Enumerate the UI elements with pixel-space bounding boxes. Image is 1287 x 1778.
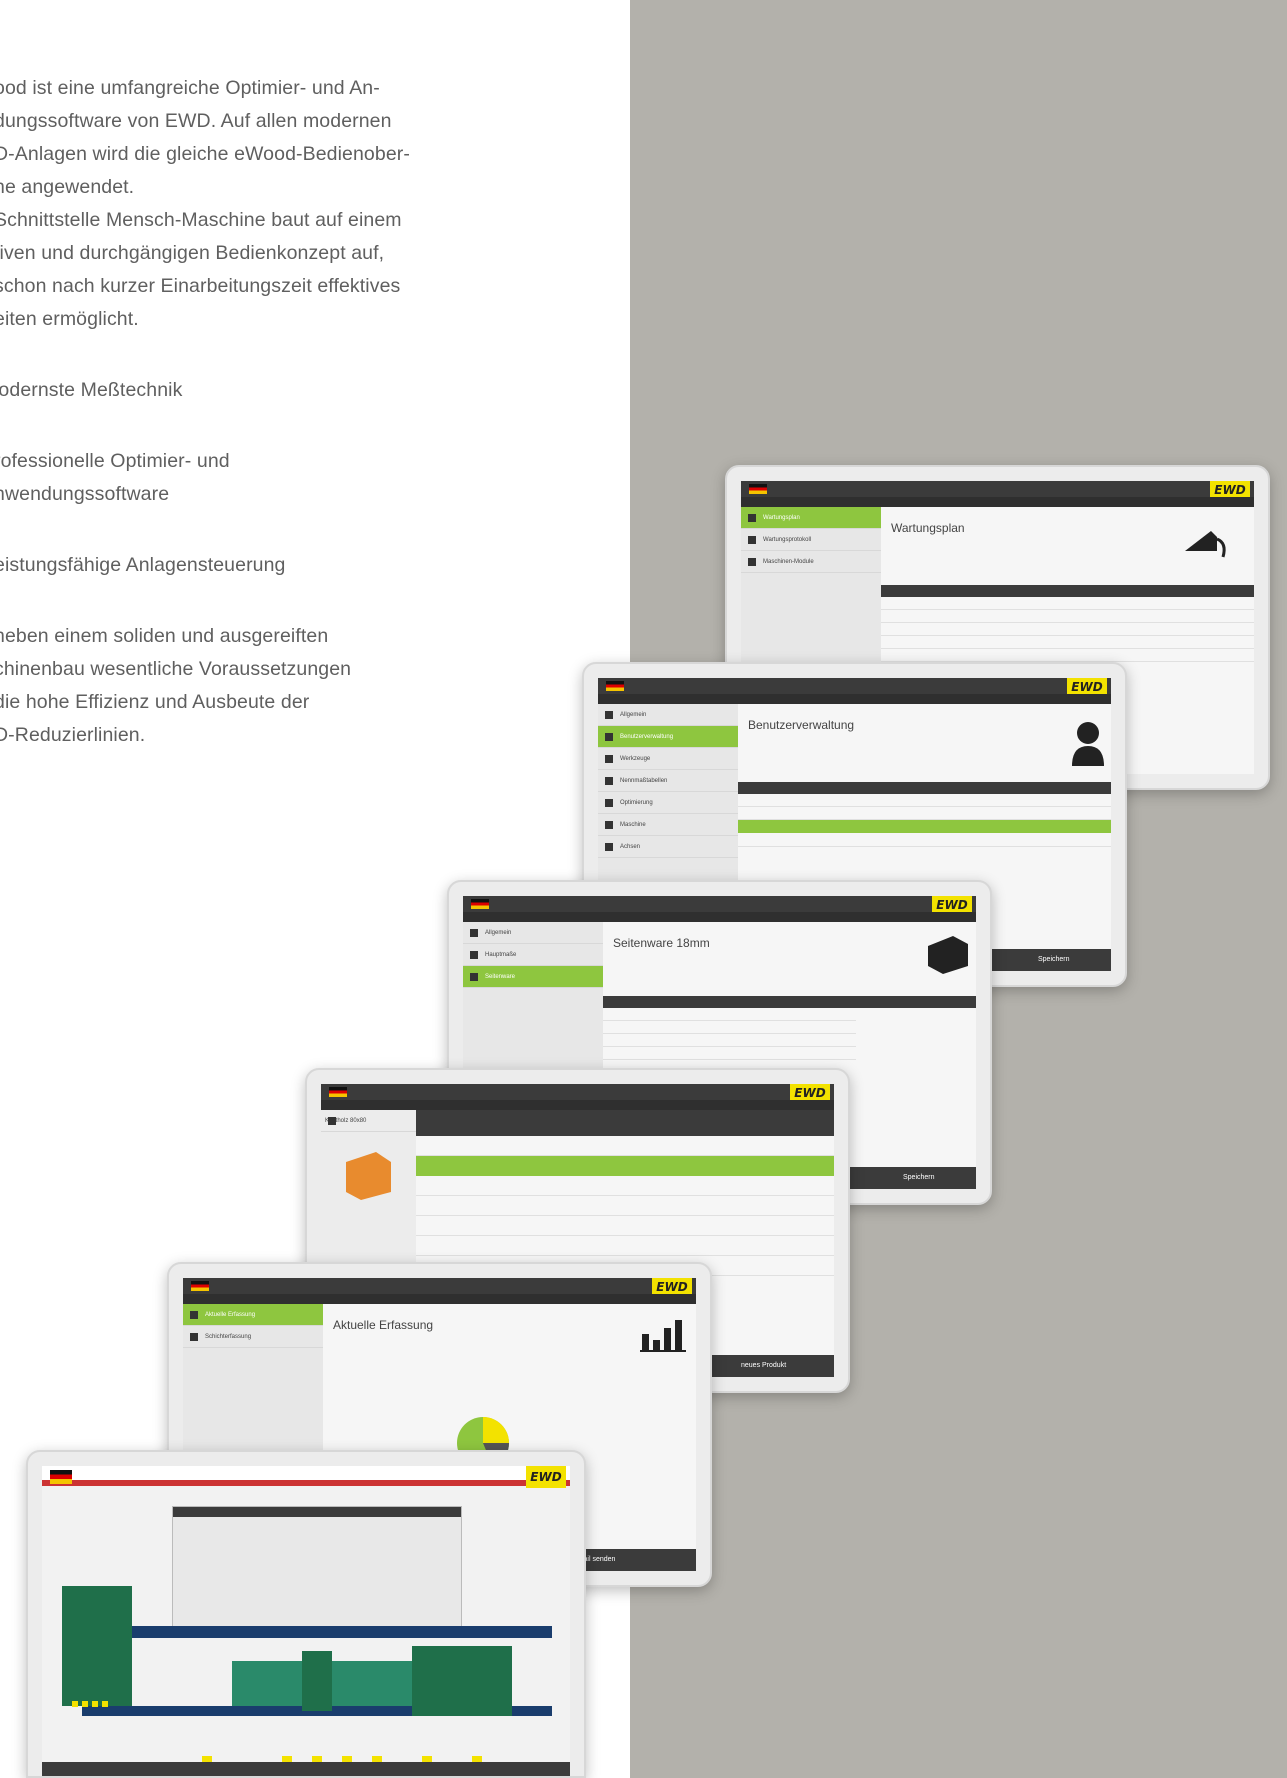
intro-line: schon nach kurzer Einarbeitungszeit effe… [0, 275, 401, 297]
save-bar[interactable]: Speichern [978, 949, 1111, 971]
save-button[interactable]: Speichern [903, 1174, 935, 1181]
save-button[interactable]: Speichern [1038, 956, 1070, 963]
menu-seitenware[interactable]: Seitenware [463, 966, 603, 988]
menu-schichterfassung[interactable]: Schichterfassung [183, 1326, 323, 1348]
production-line-diagram [62, 1586, 552, 1762]
screenshot-anlagen-uebersicht: EWD [26, 1450, 586, 1778]
closing-line: neben einem soliden und ausgereiften [0, 625, 329, 647]
intro-paragraph: ood ist eine umfangreiche Optimier- und … [0, 72, 570, 336]
intro-line: eiten ermöglicht. [0, 308, 139, 330]
flag-icon [606, 681, 624, 691]
menu-werkzeuge[interactable]: Werkzeuge [598, 748, 738, 770]
intro-line: ood ist eine umfangreiche Optimier- und … [0, 77, 380, 99]
bar-chart-icon [640, 1320, 686, 1352]
screen-title: Wartungsplan [891, 521, 965, 535]
flag-icon [50, 1470, 72, 1484]
intro-line: tiven und durchgängigen Bedienkonzept au… [0, 242, 385, 264]
top-status-bar: EWD [741, 481, 1254, 499]
menu-allgemein[interactable]: Allgemein [463, 922, 603, 944]
flag-icon [191, 1281, 209, 1291]
intro-line: D-Anlagen wird die gleiche eWood-Bedieno… [0, 143, 410, 165]
ewd-logo: EWD [526, 1466, 566, 1488]
flag-icon [471, 899, 489, 909]
intro-line: Schnittstelle Mensch-Maschine baut auf e… [0, 209, 402, 231]
menu-achsen[interactable]: Achsen [598, 836, 738, 858]
bullet-measurement: lodernste Meßtechnik [0, 379, 183, 401]
flag-icon [749, 484, 767, 494]
menu-allgemein[interactable]: Allgemein [598, 704, 738, 726]
closing-line: D-Reduzierlinien. [0, 724, 146, 746]
bullet-software-cont: nwendungssoftware [0, 483, 170, 505]
bullet-software: rofessionelle Optimier- und [0, 450, 230, 472]
new-product-bar[interactable]: neues Produkt [711, 1355, 834, 1377]
menu-maschine[interactable]: Maschine [598, 814, 738, 836]
user-icon [1072, 722, 1104, 766]
closing-line: chinenbau wesentliche Voraussetzungen [0, 658, 352, 680]
menu-wartungsplan[interactable]: Wartungsplan [741, 507, 881, 529]
screen-title: Benutzerverwaltung [748, 718, 855, 732]
menu-wartungsprotokoll[interactable]: Wartungsprotokoll [741, 529, 881, 551]
product-title: Kantholz 80x80 [321, 1110, 416, 1132]
bullet-control: eistungsfähige Anlagensteuerung [0, 554, 286, 576]
screen-title: Seitenware 18mm [613, 936, 710, 950]
screen-title: Aktuelle Erfassung [333, 1318, 434, 1332]
text-column: ood ist eine umfangreiche Optimier- und … [0, 72, 570, 752]
new-product-button[interactable]: neues Produkt [741, 1362, 786, 1369]
menu-nennmasstabellen[interactable]: Nennmaßtabellen [598, 770, 738, 792]
table-toolbar [881, 585, 1254, 597]
menu-benutzerverwaltung[interactable]: Benutzerverwaltung [598, 726, 738, 748]
kantholz-icon [346, 1152, 391, 1200]
intro-line: dungssoftware von EWD. Auf allen moderne… [0, 110, 392, 132]
save-bar[interactable]: Speichern [843, 1167, 976, 1189]
closing-line: die hohe Effizienz und Ausbeute der [0, 691, 310, 713]
plant-schematic: EWD [42, 1466, 570, 1776]
menu-aktuelle-erfassung[interactable]: Aktuelle Erfassung [183, 1304, 323, 1326]
menu-optimierung[interactable]: Optimierung [598, 792, 738, 814]
menu-hauptmasse[interactable]: Hauptmaße [463, 944, 603, 966]
bottom-nav-bar [42, 1762, 570, 1776]
intro-line: he angewendet. [0, 176, 135, 198]
menu-maschinen-module[interactable]: Maschinen-Module [741, 551, 881, 573]
oil-can-icon [1185, 531, 1226, 558]
flag-icon [329, 1087, 347, 1097]
board-icon [928, 936, 968, 974]
closing-paragraph: neben einem soliden und ausgereiften chi… [0, 620, 570, 752]
